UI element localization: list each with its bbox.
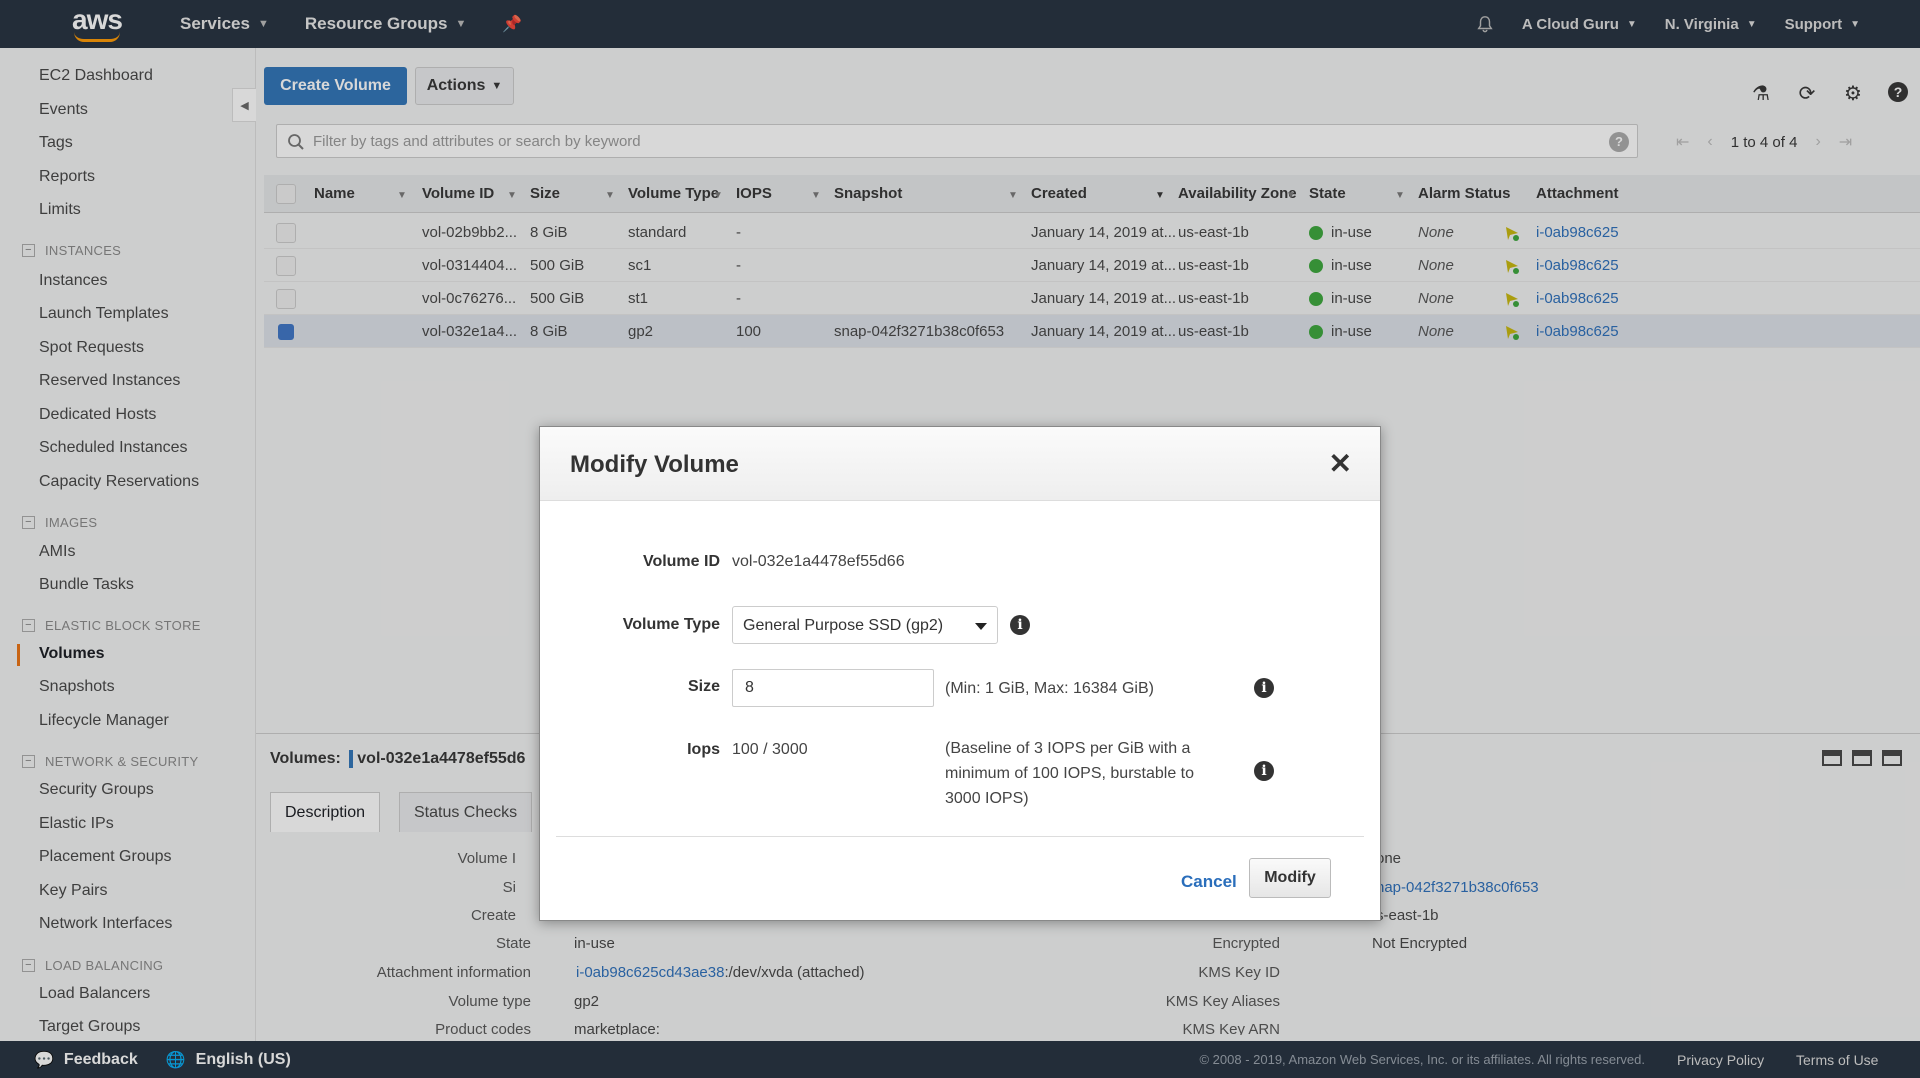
volume-id-value: vol-032e1a4478ef55d66: [732, 553, 905, 570]
info-icon[interactable]: i: [1010, 615, 1030, 635]
chevron-down-icon: [975, 623, 987, 630]
size-input[interactable]: 8: [732, 669, 934, 707]
iops-label: Iops: [687, 741, 720, 758]
modify-button[interactable]: Modify: [1249, 858, 1331, 898]
volume-type-label: Volume Type: [622, 616, 720, 633]
dialog-title: Modify Volume: [570, 451, 739, 478]
volume-type-select[interactable]: General Purpose SSD (gp2): [732, 606, 998, 644]
volume-id-label: Volume ID: [642, 553, 720, 570]
info-icon[interactable]: i: [1254, 761, 1274, 781]
dialog-divider: [556, 836, 1364, 837]
iops-hint-line-2: minimum of 100 IOPS, burstable to: [945, 765, 1194, 782]
iops-hint-line-3: 3000 IOPS): [945, 790, 1029, 807]
iops-value: 100 / 3000: [732, 741, 808, 758]
close-icon[interactable]: ✕: [1329, 447, 1352, 480]
size-label: Size: [687, 678, 720, 695]
cancel-button[interactable]: Cancel: [1181, 872, 1237, 892]
iops-hint-line-1: (Baseline of 3 IOPS per GiB with a: [945, 740, 1191, 757]
modify-volume-dialog: Modify Volume ✕ Volume ID vol-032e1a4478…: [539, 426, 1381, 921]
info-icon[interactable]: i: [1254, 678, 1274, 698]
volume-type-selected: General Purpose SSD (gp2): [743, 617, 944, 634]
dialog-header: Modify Volume ✕: [540, 427, 1380, 501]
size-hint: (Min: 1 GiB, Max: 16384 GiB): [945, 680, 1154, 697]
